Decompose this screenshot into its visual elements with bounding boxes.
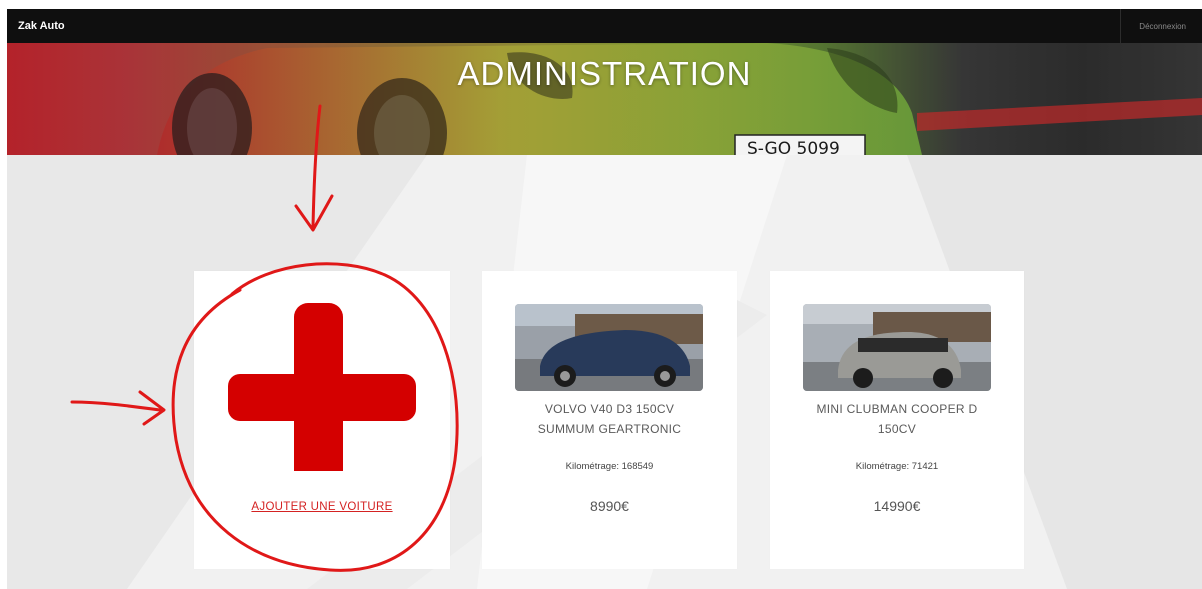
plus-icon[interactable] [194, 271, 450, 471]
car-mileage: Kilométrage: 168549 [565, 461, 654, 472]
hero-banner: S-GO 5099 ADMINISTRATION [7, 43, 1202, 155]
content-area: AJOUTER UNE VOITURE VOLVO V40 D3 150CV S… [7, 155, 1202, 589]
car-name: VOLVO V40 D3 150CV SUMMUM GEARTRONIC [537, 402, 682, 436]
car-card[interactable]: VOLVO V40 D3 150CV SUMMUM GEARTRONIC Kil… [482, 271, 737, 569]
add-car-link[interactable]: AJOUTER UNE VOITURE [194, 501, 450, 513]
car-photo[interactable] [803, 304, 991, 391]
navbar: Zak Auto Déconnexion [7, 9, 1202, 43]
car-price: 8990€ [590, 498, 629, 514]
car-photo[interactable] [515, 304, 703, 391]
car-price: 14990€ [873, 498, 921, 514]
brand-link[interactable]: Zak Auto [18, 20, 65, 32]
car-card[interactable]: MINI CLUBMAN COOPER D 150CV Kilométrage:… [770, 271, 1024, 569]
car-mileage: Kilométrage: 71421 [855, 461, 939, 472]
page-title: ADMINISTRATION [457, 55, 752, 92]
add-car-card[interactable]: AJOUTER UNE VOITURE [194, 271, 450, 569]
car-name: MINI CLUBMAN COOPER D 150CV [816, 402, 978, 436]
license-plate: S-GO 5099 [747, 139, 840, 155]
logout-link[interactable]: Déconnexion [1120, 9, 1202, 43]
